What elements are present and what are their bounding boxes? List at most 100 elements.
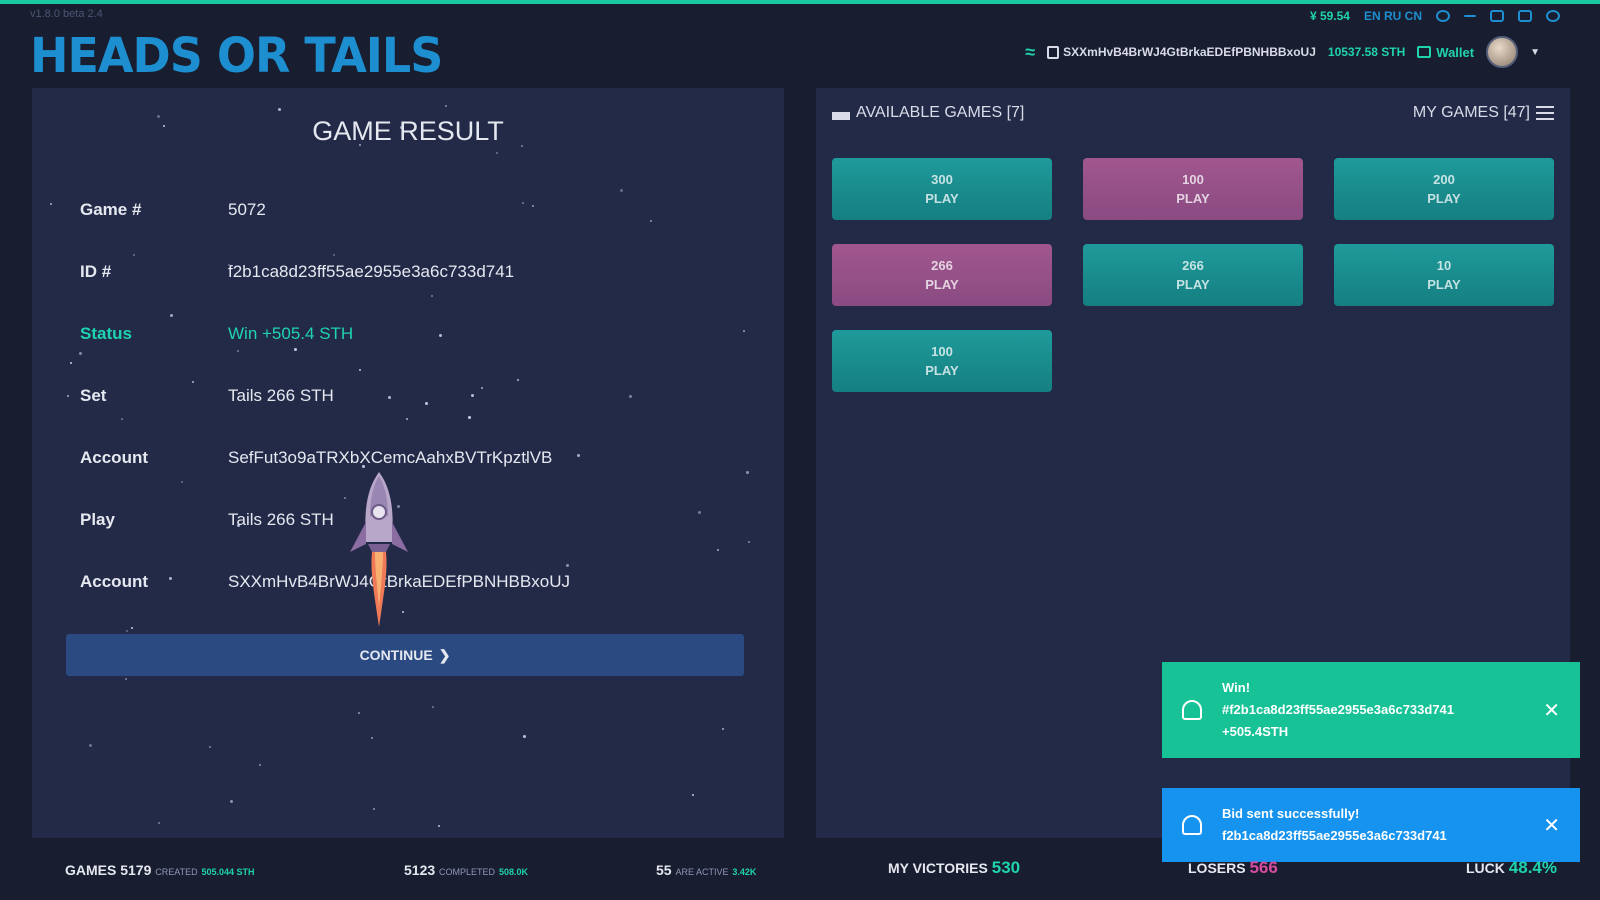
star: [439, 334, 442, 337]
star: [259, 764, 261, 766]
game-amount: 10: [1436, 258, 1452, 273]
star: [371, 737, 373, 739]
result-row-status: Status Win +505.4 STH: [80, 324, 353, 344]
notification-amount: +505.4STH: [1222, 724, 1289, 739]
result-row-account: Account SefFut3o9aTRXbXCemcAahxBVTrKpztl…: [80, 448, 552, 468]
game-action: PLAY: [1427, 277, 1461, 292]
star: [748, 541, 750, 543]
stat-active-value: 3.42K: [732, 867, 757, 877]
notification-title: Bid sent successfully!: [1222, 806, 1360, 821]
close-icon[interactable]: ✕: [1543, 698, 1560, 723]
star: [532, 205, 534, 207]
account-address[interactable]: SXXmHvB4BrWJ4GtBrkaEDEfPBNHBBxoUJ: [1047, 45, 1316, 59]
game-play-button[interactable]: 200 PLAY: [1334, 158, 1554, 220]
monitor-icon[interactable]: [1490, 10, 1504, 22]
game-play-button[interactable]: 266 PLAY: [1083, 244, 1303, 306]
star: [50, 203, 52, 205]
stat-victories: MY VICTORIES 530: [888, 858, 1020, 878]
stat-active-count: 55: [656, 862, 672, 878]
game-action: PLAY: [925, 191, 959, 206]
bell-icon: [1182, 700, 1202, 720]
system-bar: ¥ 59.54 EN RU CN: [1310, 9, 1560, 23]
stat-luck-value: 48.4%: [1508, 858, 1557, 877]
power-icon[interactable]: [1546, 10, 1560, 22]
stat-created-label: CREATED: [155, 867, 198, 877]
wallet-button[interactable]: Wallet: [1417, 45, 1474, 60]
star: [209, 746, 211, 748]
app-logo[interactable]: HEADS OR TAILS: [30, 27, 443, 84]
star: [468, 416, 471, 419]
game-action: PLAY: [925, 277, 959, 292]
star: [70, 362, 72, 364]
star: [425, 402, 428, 405]
stat-victories-value: 530: [991, 858, 1021, 877]
star: [523, 735, 526, 738]
game-amount: 266: [1182, 258, 1204, 273]
close-icon[interactable]: ✕: [1543, 813, 1560, 838]
tab-available-games[interactable]: AVAILABLE GAMES [7]: [832, 104, 1024, 122]
star: [629, 395, 632, 398]
star: [577, 454, 580, 457]
mic-icon[interactable]: [1436, 10, 1450, 22]
star: [432, 706, 434, 708]
game-play-button[interactable]: 266 PLAY: [832, 244, 1052, 306]
star: [650, 220, 652, 222]
minimize-icon[interactable]: [1464, 15, 1476, 17]
bid-notification: Bid sent successfully! f2b1ca8d23ff55ae2…: [1162, 788, 1580, 862]
star: [431, 295, 433, 297]
game-play-button[interactable]: 100 PLAY: [1083, 158, 1303, 220]
star: [237, 350, 239, 352]
result-row-play: Play Tails 266 STH: [80, 510, 334, 530]
game-play-button[interactable]: 300 PLAY: [832, 158, 1052, 220]
star: [79, 352, 82, 355]
stat-games: GAMES 5179 CREATED 505.044 STH: [65, 862, 255, 878]
refresh-icon[interactable]: [1518, 10, 1532, 22]
star: [496, 152, 498, 154]
game-play-button[interactable]: 100 PLAY: [832, 330, 1052, 392]
star: [181, 481, 183, 483]
star: [566, 564, 569, 567]
star: [471, 394, 474, 397]
notification-game-id: #f2b1ca8d23ff55ae2955e3a6c733d741: [1222, 702, 1455, 717]
top-accent-bar: [0, 0, 1600, 4]
result-label: Account: [80, 448, 148, 467]
stat-completed-value: 508.0K: [498, 867, 528, 877]
account-header: ≈ SXXmHvB4BrWJ4GtBrkaEDEfPBNHBBxoUJ 1053…: [1025, 36, 1540, 68]
star: [717, 549, 719, 551]
game-amount: 100: [931, 344, 953, 359]
win-notification: Win! #f2b1ca8d23ff55ae2955e3a6c733d741 +…: [1162, 662, 1580, 758]
chevron-right-icon: ❯: [438, 646, 451, 663]
star: [481, 387, 483, 389]
arcade-icon: [832, 106, 850, 120]
star: [438, 825, 440, 827]
star: [358, 712, 360, 714]
my-games-label: MY GAMES [47]: [1412, 104, 1530, 121]
star: [445, 105, 447, 107]
wifi-icon: ≈: [1025, 41, 1036, 62]
tab-my-games[interactable]: MY GAMES [47]: [1413, 104, 1554, 122]
star: [406, 418, 408, 420]
star: [743, 330, 745, 332]
continue-button[interactable]: CONTINUE ❯: [66, 634, 744, 676]
game-result-panel: GAME RESULT Game # 5072 ID # f2b1ca8d23f…: [32, 88, 784, 838]
account-address-text: SXXmHvB4BrWJ4GtBrkaEDEfPBNHBBxoUJ: [1063, 45, 1316, 59]
game-amount: 200: [1433, 172, 1455, 187]
stat-victories-label: MY VICTORIES: [888, 860, 988, 876]
copy-icon[interactable]: [1047, 45, 1060, 59]
result-value: Win +505.4 STH: [228, 324, 354, 343]
stat-losers-label: LOSERS: [1188, 860, 1246, 876]
star: [373, 808, 375, 810]
star: [170, 314, 173, 317]
chevron-down-icon[interactable]: ▼: [1530, 47, 1540, 58]
result-label: Status: [80, 324, 132, 343]
result-value: SefFut3o9aTRXbXCemcAahxBVTrKpztlVB: [228, 448, 553, 467]
stat-created-value: 505.044 STH: [201, 867, 255, 877]
game-play-button[interactable]: 10 PLAY: [1334, 244, 1554, 306]
result-label: Account: [80, 572, 148, 591]
star: [698, 511, 701, 514]
star: [230, 800, 233, 803]
avatar[interactable]: [1486, 36, 1519, 68]
game-action: PLAY: [925, 363, 959, 378]
language-switcher[interactable]: EN RU CN: [1364, 9, 1422, 23]
stat-completed-label: COMPLETED: [439, 867, 496, 877]
